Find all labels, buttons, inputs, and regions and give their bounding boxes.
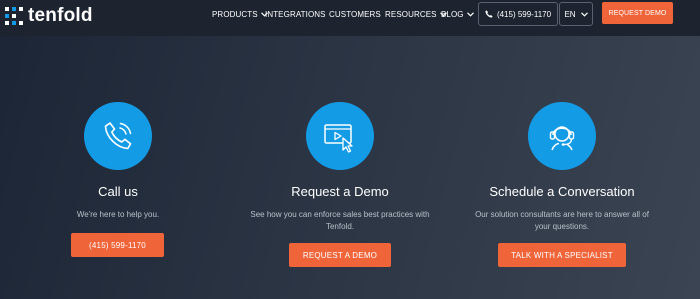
talk-with-specialist-button[interactable]: TALK WITH A SPECIALIST xyxy=(498,243,626,267)
nav-blog-label: BLOG xyxy=(441,10,464,19)
nav-blog[interactable]: BLOG xyxy=(441,10,474,19)
request-demo-title: Request a Demo xyxy=(291,184,389,199)
demo-icon-circle xyxy=(306,102,374,170)
tenfold-logo-icon xyxy=(5,7,23,25)
call-icon-circle xyxy=(84,102,152,170)
nav-resources-label: RESOURCES xyxy=(385,10,437,19)
request-demo-label: REQUEST DEMO xyxy=(608,9,667,17)
call-us-description-text: We're here to help you. xyxy=(76,210,160,219)
call-us-description: We're here to help you. xyxy=(18,209,218,221)
request-a-demo-button[interactable]: REQUEST A DEMO xyxy=(289,243,391,267)
call-us-title: Call us xyxy=(98,184,138,199)
phone-icon xyxy=(104,122,132,150)
nav-resources[interactable]: RESOURCES xyxy=(385,10,447,19)
language-label: EN xyxy=(564,9,576,19)
logo[interactable]: tenfold xyxy=(5,5,93,26)
request-demo-description: See how you can enforce sales best pract… xyxy=(240,209,440,233)
chevron-down-icon xyxy=(580,11,588,17)
request-a-demo-label: REQUEST A DEMO xyxy=(302,250,378,260)
nav-products[interactable]: PRODUCTS xyxy=(212,10,268,19)
nav-customers[interactable]: CUSTOMERS xyxy=(329,10,381,19)
schedule-description-line1: Our solution consultants are here to ans… xyxy=(475,210,649,219)
schedule-conversation-title: Schedule a Conversation xyxy=(489,184,635,199)
phone-icon xyxy=(485,10,493,18)
nav-customers-label: CUSTOMERS xyxy=(329,10,381,19)
language-selector[interactable]: EN xyxy=(559,2,593,26)
nav-phone-label: (415) 599-1170 xyxy=(496,9,552,19)
schedule-description-line2: your questions. xyxy=(534,222,590,231)
nav-products-label: PRODUCTS xyxy=(212,10,258,19)
request-demo-button[interactable]: REQUEST DEMO xyxy=(602,2,673,24)
headset-agent-icon xyxy=(549,126,575,151)
nav-integrations[interactable]: INTEGRATIONS xyxy=(265,10,326,19)
brand-name: tenfold xyxy=(28,5,93,26)
nav-phone-button[interactable]: (415) 599-1170 xyxy=(478,2,558,26)
chevron-down-icon xyxy=(466,12,474,17)
schedule-conversation-description: Our solution consultants are here to ans… xyxy=(462,209,662,233)
request-demo-description-line2: Tenfold. xyxy=(325,222,355,231)
call-us-phone-button[interactable]: (415) 599-1170 xyxy=(71,233,164,257)
call-us-phone-label: (415) 599-1170 xyxy=(89,240,146,250)
request-demo-description-line1: See how you can enforce sales best pract… xyxy=(250,210,430,219)
top-navigation-bar: tenfold PRODUCTS INTEGRATIONS CUSTOMERS … xyxy=(0,0,700,36)
talk-with-specialist-label: TALK WITH A SPECIALIST xyxy=(511,250,613,260)
nav-integrations-label: INTEGRATIONS xyxy=(265,10,326,19)
headset-icon-circle xyxy=(528,102,596,170)
video-cursor-icon xyxy=(324,124,353,153)
